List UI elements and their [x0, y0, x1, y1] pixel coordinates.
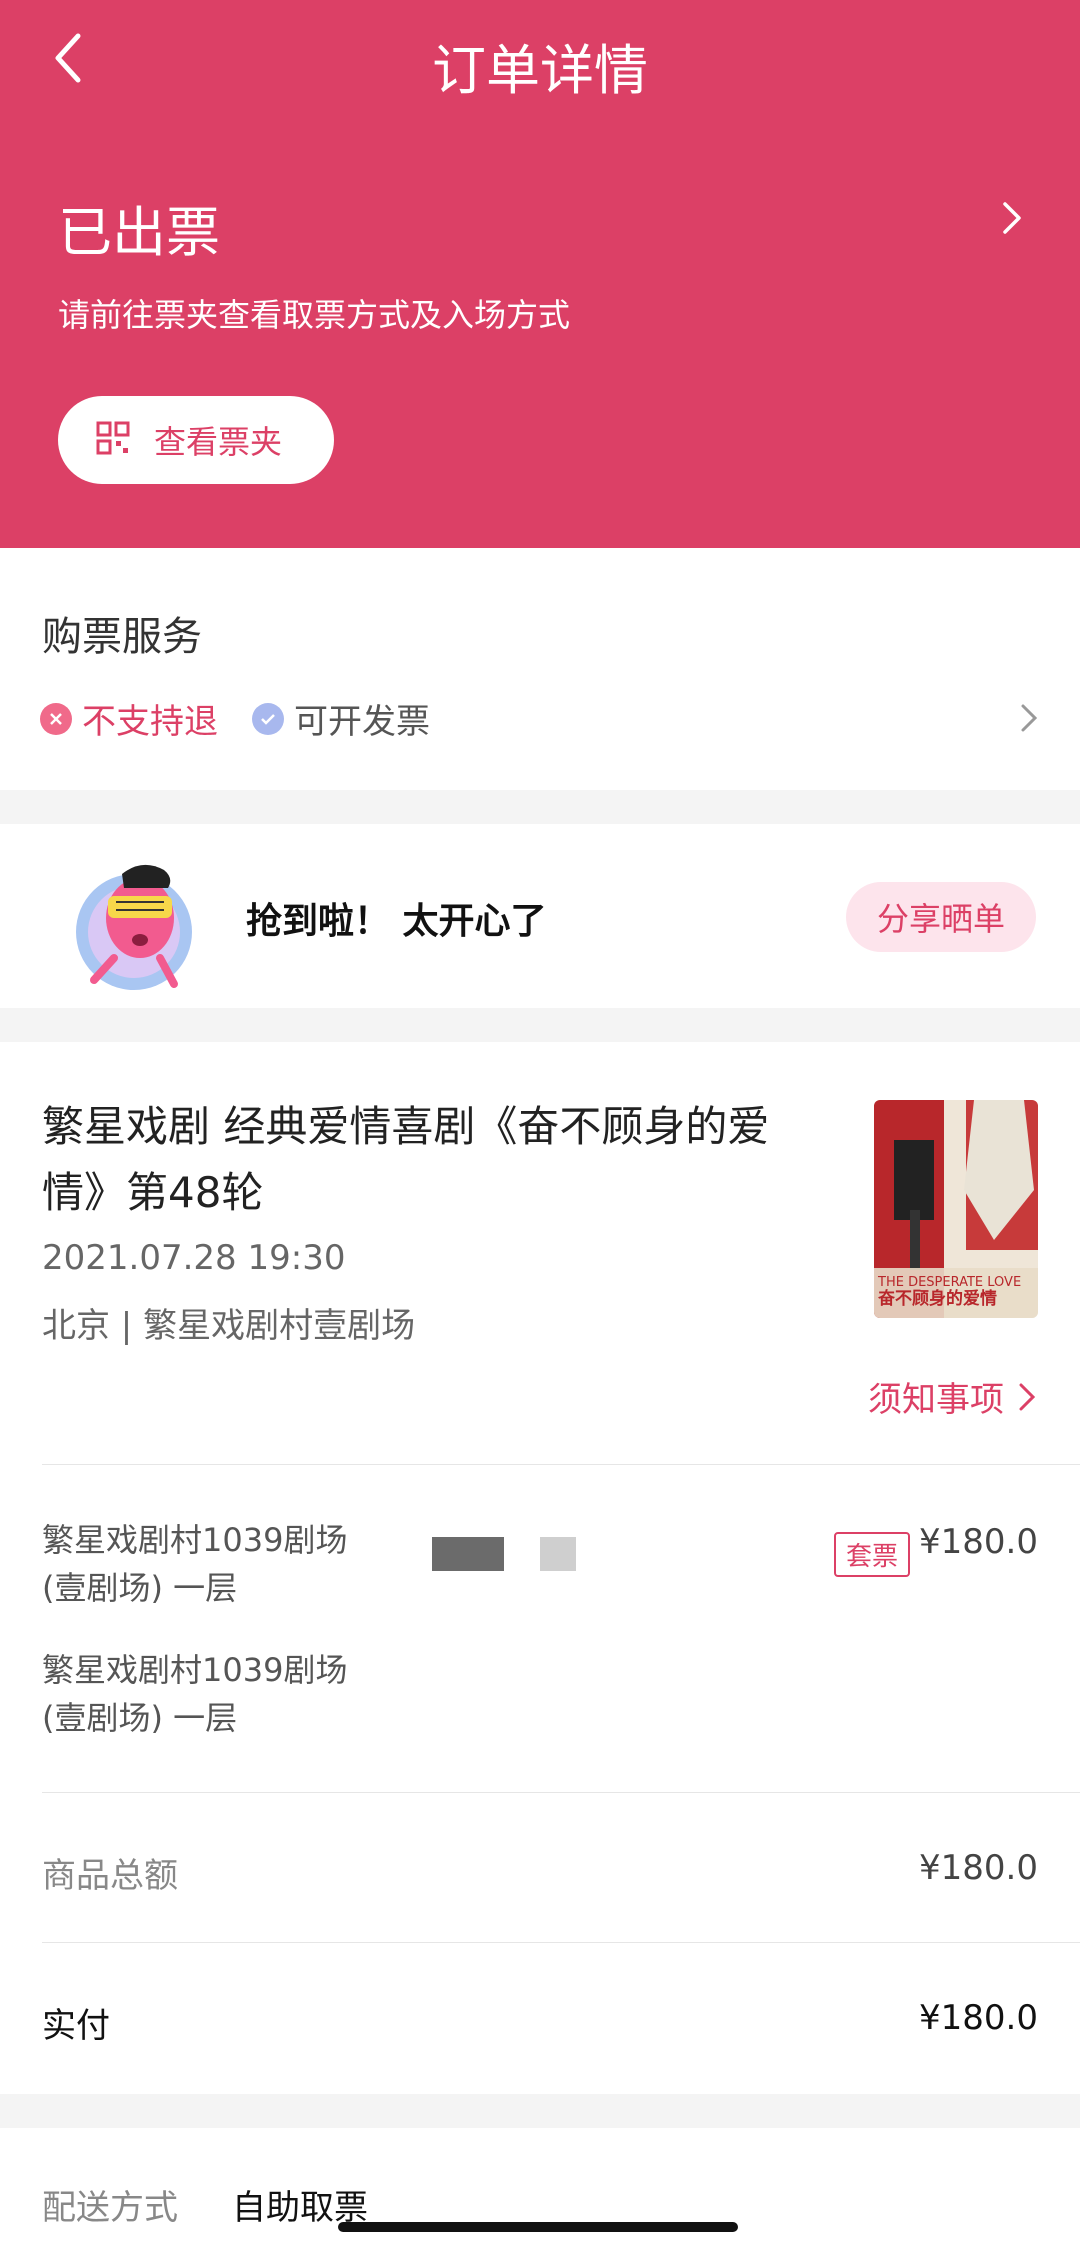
- notice-label: 须知事项: [868, 1380, 1004, 1420]
- show-venue: 北京 | 繁星戏剧村壹剧场: [42, 1306, 416, 1346]
- divider: [42, 1942, 1080, 1943]
- poster-english-title: THE DESPERATE LOVE: [877, 1275, 1021, 1290]
- show-poster-image[interactable]: THE DESPERATE LOVE 奋不顾身的爱情: [874, 1100, 1038, 1318]
- purchase-service-section[interactable]: 购票服务 不支持退 可开发票: [0, 548, 1080, 790]
- check-circle-icon: [252, 702, 284, 735]
- share-section: 抢到啦！ 太开心了 分享晒单: [0, 824, 1080, 1008]
- home-indicator[interactable]: [338, 2222, 738, 2232]
- wallet-button-label: 查看票夹: [154, 423, 283, 461]
- share-order-button[interactable]: 分享晒单: [846, 882, 1036, 952]
- divider: [42, 1792, 1080, 1793]
- goods-total-label: 商品总额: [42, 1856, 178, 1896]
- order-status[interactable]: 已出票: [58, 188, 220, 267]
- seat-1-line-2: (壹剧场) 一层: [42, 1569, 238, 1607]
- paid-value: ¥180.0: [919, 1998, 1038, 2038]
- order-header: 订单详情 已出票 请前往票夹查看取票方式及入场方式 查看票夹: [0, 0, 1080, 548]
- qrcode-icon: [96, 421, 130, 459]
- share-message: 抢到啦！ 太开心了: [246, 901, 547, 942]
- order-detail-section: 繁星戏剧 经典爱情喜剧《奋不顾身的爱情》第48轮 2021.07.28 19:3…: [0, 1042, 1080, 2094]
- package-ticket-badge: 套票: [834, 1532, 911, 1577]
- view-ticket-wallet-button[interactable]: 查看票夹: [58, 396, 334, 484]
- seat-1-line-1: 繁星戏剧村1039剧场: [42, 1521, 348, 1559]
- ticket-seat-1: 繁星戏剧村1039剧场 (壹剧场) 一层: [42, 1516, 402, 1612]
- redaction: [432, 1537, 504, 1571]
- page-title: 订单详情: [432, 39, 648, 102]
- notice-link[interactable]: 须知事项: [868, 1372, 1040, 1421]
- close-circle-icon: [40, 702, 72, 735]
- redaction: [540, 1537, 576, 1571]
- seat-2-line-2: (壹剧场) 一层: [42, 1699, 238, 1737]
- chevron-right-icon[interactable]: [996, 198, 1026, 238]
- service-title: 购票服务: [42, 614, 202, 660]
- ticket-seat-2: 繁星戏剧村1039剧场 (壹剧场) 一层: [42, 1646, 402, 1742]
- seat-2-line-1: 繁星戏剧村1039剧场: [42, 1651, 348, 1689]
- chevron-right-icon: [1019, 1383, 1036, 1410]
- poster-chinese-title: 奋不顾身的爱情: [877, 1288, 997, 1309]
- status-hint: 请前往票夹查看取票方式及入场方式: [58, 296, 571, 334]
- goods-total-value: ¥180.0: [919, 1848, 1038, 1888]
- paid-label: 实付: [42, 2006, 110, 2046]
- show-title[interactable]: 繁星戏剧 经典爱情喜剧《奋不顾身的爱情》第48轮: [42, 1094, 802, 1226]
- mascot-avatar: [64, 848, 214, 998]
- no-refund-label: 不支持退: [82, 702, 218, 742]
- invoice-label: 可开发票: [294, 702, 430, 742]
- show-datetime: 2021.07.28 19:30: [42, 1238, 346, 1278]
- divider: [42, 1464, 1080, 1465]
- delivery-label: 配送方式: [42, 2188, 178, 2228]
- chevron-right-icon[interactable]: [1018, 700, 1040, 736]
- ticket-price: ¥180.0: [919, 1522, 1038, 1562]
